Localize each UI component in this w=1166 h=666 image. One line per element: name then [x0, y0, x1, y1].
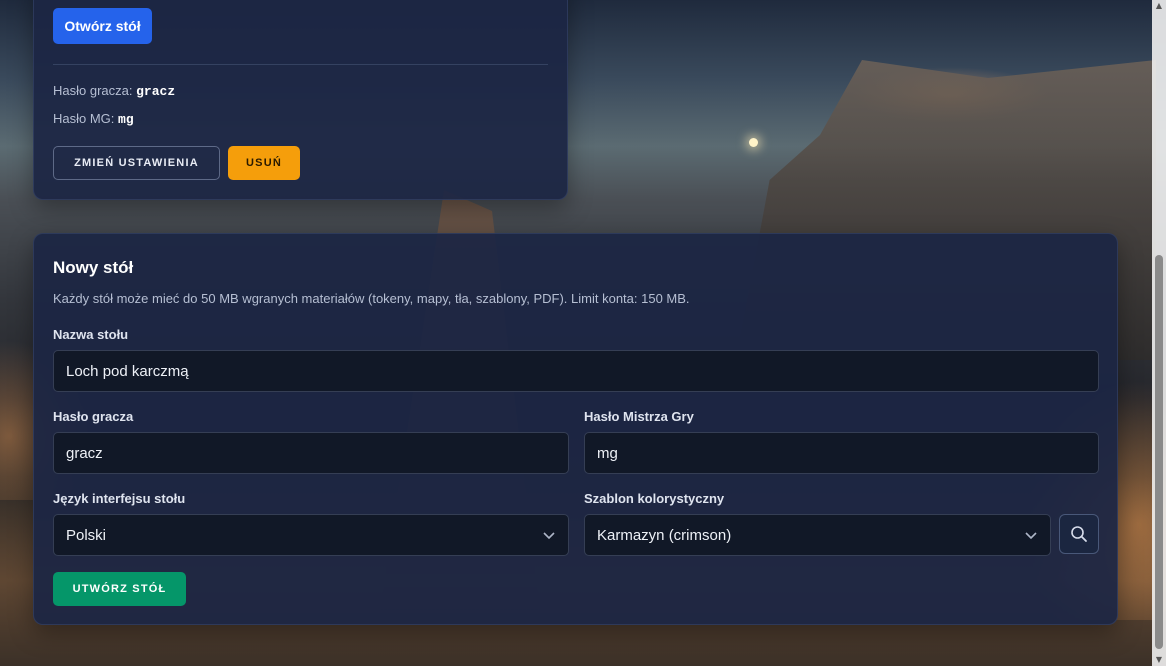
language-select-value: Polski	[66, 526, 107, 544]
theme-label: Szablon kolorystyczny	[584, 491, 725, 506]
player-password-value: gracz	[136, 84, 176, 99]
player-password-input-value: gracz	[66, 444, 103, 462]
player-password-info: Hasło gracza: gracz	[53, 83, 175, 99]
delete-table-button[interactable]: USUŃ	[228, 146, 300, 180]
player-password-input[interactable]: gracz	[53, 432, 569, 474]
create-table-button[interactable]: UTWÓRZ STÓŁ	[53, 572, 186, 606]
gm-password-input[interactable]: mg	[584, 432, 1099, 474]
chevron-down-icon	[543, 532, 555, 540]
scrollbar-thumb[interactable]	[1155, 255, 1163, 649]
theme-preview-button[interactable]	[1059, 514, 1099, 554]
scroll-up-icon[interactable]: ▲	[1155, 2, 1163, 10]
divider	[53, 64, 548, 65]
scroll-down-icon[interactable]: ▼	[1155, 656, 1163, 664]
language-label: Język interfejsu stołu	[53, 491, 186, 506]
scrollbar[interactable]: ▲ ▼	[1152, 0, 1166, 666]
search-icon	[1071, 526, 1087, 542]
gm-password-field-label: Hasło Mistrza Gry	[584, 409, 694, 424]
chevron-down-icon	[1025, 532, 1037, 540]
table-name-value: Loch pod karczmą	[66, 362, 189, 380]
language-select[interactable]: Polski	[53, 514, 569, 556]
open-table-button[interactable]: Otwórz stół	[53, 8, 152, 44]
theme-select-value: Karmazyn (crimson)	[597, 526, 732, 544]
player-password-field-label: Hasło gracza	[53, 409, 134, 424]
theme-select[interactable]: Karmazyn (crimson)	[584, 514, 1051, 556]
existing-table-card: Otwórz stół Hasło gracza: gracz Hasło MG…	[33, 0, 568, 200]
moon	[749, 138, 758, 147]
new-table-title: Nowy stół	[53, 258, 134, 277]
gm-password-value: mg	[118, 112, 134, 127]
new-table-description: Każdy stół może mieć do 50 MB wgranych m…	[53, 291, 690, 306]
gm-password-label: Hasło MG:	[53, 111, 115, 126]
table-name-label: Nazwa stołu	[53, 327, 129, 342]
gm-password-input-value: mg	[597, 444, 618, 462]
gm-password-info: Hasło MG: mg	[53, 111, 134, 127]
change-settings-button[interactable]: ZMIEŃ USTAWIENIA	[53, 146, 220, 180]
table-name-input[interactable]: Loch pod karczmą	[53, 350, 1099, 392]
new-table-card: Nowy stół Każdy stół może mieć do 50 MB …	[33, 233, 1118, 625]
player-password-label: Hasło gracza:	[53, 83, 133, 98]
